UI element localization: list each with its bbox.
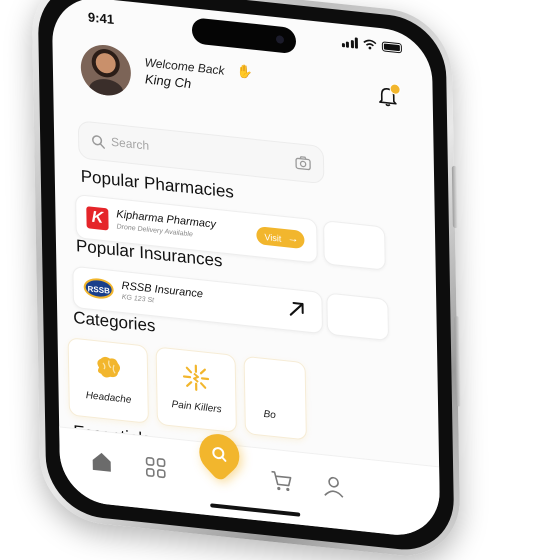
category-card-pain-killers[interactable]: Pain Killers <box>155 346 237 434</box>
grid-icon[interactable] <box>143 454 167 481</box>
battery-icon <box>381 40 402 53</box>
avatar[interactable] <box>80 42 132 98</box>
visit-label: Visit <box>264 231 282 244</box>
search-icon <box>92 135 105 149</box>
search-icon <box>212 447 227 462</box>
camera-dot <box>275 35 285 44</box>
insurance-subtitle: KG 123 St <box>121 293 155 305</box>
home-icon[interactable] <box>89 449 113 476</box>
dynamic-island <box>191 17 297 55</box>
camera-icon[interactable] <box>295 155 311 171</box>
insurance-card[interactable] <box>326 292 390 342</box>
signal-icon <box>341 36 358 49</box>
side-button <box>454 315 462 407</box>
arrow-right-icon: → <box>287 232 299 246</box>
pharmacy-logo: K <box>86 206 109 231</box>
phone-bezel: 9:41 Welcome Back ✋ King Ch Search Popul… <box>37 0 455 556</box>
search-fab[interactable] <box>191 425 248 483</box>
category-card[interactable]: Bo <box>243 355 307 441</box>
status-icons <box>341 36 402 53</box>
pain-burst-icon <box>182 364 210 391</box>
category-label: Bo <box>263 408 276 422</box>
category-card-headache[interactable]: Headache <box>67 337 149 424</box>
wave-icon: ✋ <box>236 62 253 80</box>
pharmacy-card[interactable] <box>323 220 386 271</box>
wifi-icon <box>363 39 377 50</box>
search-input[interactable] <box>110 134 272 166</box>
brain-icon <box>97 356 121 378</box>
category-label: Pain Killers <box>171 399 222 416</box>
app-screen: 9:41 Welcome Back ✋ King Ch Search Popul… <box>51 0 441 540</box>
home-indicator <box>210 503 301 517</box>
notification-badge <box>389 83 401 96</box>
visit-button[interactable]: Visit → <box>256 226 305 250</box>
cart-icon[interactable] <box>269 468 293 495</box>
product-mockup: 9:41 Welcome Back ✋ King Ch Search Popul… <box>0 0 546 560</box>
notification-button[interactable] <box>377 83 401 108</box>
profile-icon[interactable] <box>321 473 345 500</box>
arrow-up-right-icon[interactable] <box>287 299 305 319</box>
phone: 9:41 Welcome Back ✋ King Ch Search Popul… <box>31 0 462 560</box>
username: King Ch <box>144 71 192 92</box>
status-time: 9:41 <box>87 9 115 28</box>
insurance-logo: RSSB <box>83 276 114 301</box>
side-button <box>451 165 458 229</box>
category-label: Headache <box>85 390 132 406</box>
